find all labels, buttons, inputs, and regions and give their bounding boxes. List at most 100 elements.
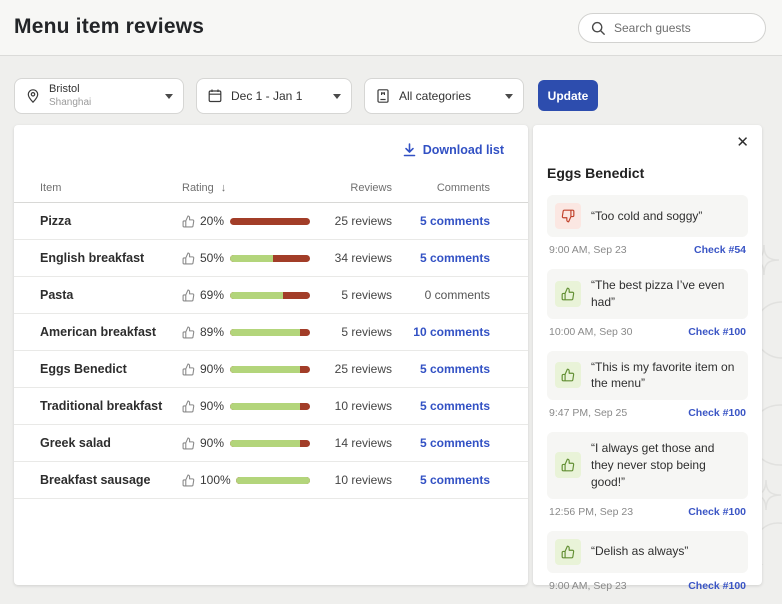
rating-percent: 100%: [200, 473, 231, 487]
review-timestamp: 10:00 AM, Sep 30: [549, 326, 632, 338]
location-dropdown[interactable]: Bristol Shanghai: [14, 78, 184, 114]
review-item: “This is my favorite item on the menu” 9…: [547, 351, 748, 420]
item-name: Breakfast sausage: [40, 473, 182, 487]
rating-cell: 100%: [182, 473, 310, 487]
check-link[interactable]: Check #100: [688, 407, 746, 419]
comments-link[interactable]: 5 comments: [392, 251, 490, 265]
search-box[interactable]: [578, 13, 766, 43]
rating-bar: [230, 366, 310, 373]
reviews-count: 10 reviews: [310, 473, 392, 487]
close-icon[interactable]: ✕: [736, 135, 749, 150]
item-name: American breakfast: [40, 325, 182, 339]
thumbs-up-icon: [182, 363, 195, 376]
menu-book-icon: [375, 88, 391, 104]
comments-link[interactable]: 5 comments: [392, 473, 490, 487]
thumbs-up-icon: [182, 437, 195, 450]
comments-link[interactable]: 5 comments: [392, 399, 490, 413]
check-link[interactable]: Check #100: [688, 506, 746, 518]
review-timestamp: 12:56 PM, Sep 23: [549, 506, 633, 518]
review-quote: “This is my favorite item on the menu”: [591, 359, 740, 393]
rating-bar-positive: [236, 477, 310, 484]
chevron-down-icon: [333, 94, 341, 99]
download-list-link[interactable]: Download list: [403, 143, 504, 157]
review-item: “I always get those and they never stop …: [547, 432, 748, 517]
reviews-count: 5 reviews: [310, 288, 392, 302]
comments-link[interactable]: 10 comments: [392, 325, 490, 339]
rating-percent: 90%: [200, 362, 224, 376]
table-row[interactable]: Pasta 69% 5 reviews 0 comments: [14, 277, 528, 314]
review-quote: “Delish as always”: [591, 543, 688, 560]
rating-cell: 50%: [182, 251, 310, 265]
table-row[interactable]: Breakfast sausage 100% 10 reviews 5 comm…: [14, 462, 528, 499]
rating-percent: 89%: [200, 325, 224, 339]
review-quote: “I always get those and they never stop …: [591, 440, 740, 490]
map-pin-icon: [25, 88, 41, 104]
search-input[interactable]: [614, 21, 769, 35]
comments-link[interactable]: 5 comments: [392, 214, 490, 228]
date-range-dropdown[interactable]: Dec 1 - Jan 1: [196, 78, 352, 114]
location-secondary: Shanghai: [49, 97, 91, 109]
rating-cell: 69%: [182, 288, 310, 302]
rating-bar: [230, 292, 310, 299]
sentiment-thumb-icon: [555, 281, 581, 307]
rating-percent: 69%: [200, 288, 224, 302]
chevron-down-icon: [165, 94, 173, 99]
review-quote-card: “Delish as always”: [547, 531, 748, 573]
rating-percent: 50%: [200, 251, 224, 265]
check-link[interactable]: Check #100: [688, 326, 746, 338]
column-header-reviews[interactable]: Reviews: [310, 182, 392, 194]
update-button[interactable]: Update: [538, 80, 598, 111]
review-meta: 12:56 PM, Sep 23 Check #100: [549, 506, 746, 518]
table-row[interactable]: Traditional breakfast 90% 10 reviews 5 c…: [14, 388, 528, 425]
rating-percent: 90%: [200, 436, 224, 450]
sentiment-thumb-icon: [555, 203, 581, 229]
rating-percent: 20%: [200, 214, 224, 228]
download-icon: [403, 143, 416, 157]
item-name: English breakfast: [40, 251, 182, 265]
item-name: Eggs Benedict: [40, 362, 182, 376]
table-row[interactable]: English breakfast 50% 34 reviews 5 comme…: [14, 240, 528, 277]
page-header: Menu item reviews: [0, 0, 782, 56]
column-header-rating[interactable]: Rating ↓: [182, 182, 310, 194]
sort-descending-icon: ↓: [221, 182, 227, 194]
table-row[interactable]: Greek salad 90% 14 reviews 5 comments: [14, 425, 528, 462]
comments-link[interactable]: 0 comments: [392, 288, 490, 302]
review-quote-card: “The best pizza I’ve even had”: [547, 269, 748, 319]
date-range-value: Dec 1 - Jan 1: [231, 89, 302, 103]
review-item: “Too cold and soggy” 9:00 AM, Sep 23 Che…: [547, 195, 748, 256]
rating-bar-positive: [230, 440, 300, 447]
reviews-count: 5 reviews: [310, 325, 392, 339]
reviews-count: 25 reviews: [310, 214, 392, 228]
sentiment-thumb-icon: [555, 452, 581, 478]
sentiment-thumb-icon: [555, 362, 581, 388]
rating-bar: [230, 440, 310, 447]
rating-cell: 20%: [182, 214, 310, 228]
category-dropdown[interactable]: All categories: [364, 78, 524, 114]
reviews-count: 10 reviews: [310, 399, 392, 413]
check-link[interactable]: Check #100: [688, 580, 746, 592]
comments-link[interactable]: 5 comments: [392, 362, 490, 376]
column-header-item[interactable]: Item: [40, 182, 182, 194]
reviews-count: 34 reviews: [310, 251, 392, 265]
column-header-comments[interactable]: Comments: [392, 182, 490, 194]
rating-cell: 90%: [182, 399, 310, 413]
page-title: Menu item reviews: [14, 15, 204, 39]
review-quote-card: “Too cold and soggy”: [547, 195, 748, 237]
item-name: Pasta: [40, 288, 182, 302]
rating-bar: [230, 255, 310, 262]
table-row[interactable]: Pizza 20% 25 reviews 5 comments: [14, 203, 528, 240]
review-meta: 9:47 PM, Sep 25 Check #100: [549, 407, 746, 419]
table-row[interactable]: Eggs Benedict 90% 25 reviews 5 comments: [14, 351, 528, 388]
comments-link[interactable]: 5 comments: [392, 436, 490, 450]
check-link[interactable]: Check #54: [694, 244, 746, 256]
thumbs-up-icon: [182, 215, 195, 228]
rating-cell: 89%: [182, 325, 310, 339]
review-quote: “Too cold and soggy”: [591, 208, 702, 225]
review-quote: “The best pizza I’ve even had”: [591, 277, 740, 311]
thumbs-up-icon: [182, 252, 195, 265]
calendar-icon: [207, 88, 223, 104]
table-row[interactable]: American breakfast 89% 5 reviews 10 comm…: [14, 314, 528, 351]
review-timestamp: 9:00 AM, Sep 23: [549, 244, 627, 256]
rating-bar: [230, 218, 310, 225]
search-icon: [591, 21, 606, 36]
